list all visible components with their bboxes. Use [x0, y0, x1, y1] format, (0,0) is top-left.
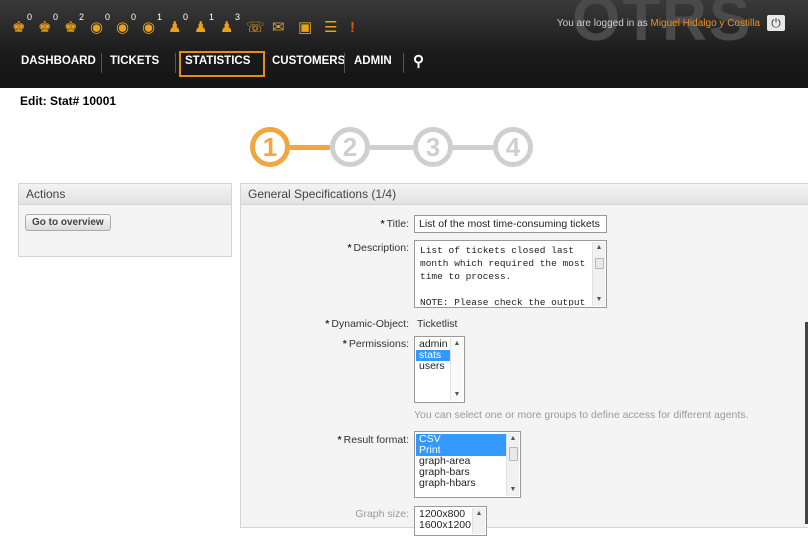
- step-connector: [290, 145, 330, 150]
- new-email-ticket-icon[interactable]: ✉: [270, 12, 296, 40]
- step-2: 2: [330, 127, 370, 167]
- permissions-option-users[interactable]: users: [416, 361, 450, 372]
- result-format-select[interactable]: CSV Print graph-area graph-bars graph-hb…: [414, 431, 521, 498]
- nav-divider: [344, 53, 345, 73]
- new-phone-ticket-icon[interactable]: ☏: [244, 12, 270, 40]
- general-specifications-heading: General Specifications (1/4): [241, 184, 808, 205]
- scroll-down-arrow-icon[interactable]: ▼: [507, 484, 519, 496]
- result-format-label: * Result format:: [337, 434, 409, 446]
- nav-divider: [175, 53, 176, 73]
- responsible-ticket-reached-icon[interactable]: ♟ 3: [218, 12, 244, 40]
- locked-ticket-new-icon[interactable]: ♚ 0: [36, 12, 62, 40]
- scroll-up-arrow-icon[interactable]: ▲: [473, 508, 485, 520]
- header-bar: OTRS ♚ 0 ♚ 0 ♚ 2 ◉ 0 ◉ 0 ◉ 1 ♟ 0 ♟ 1 ♟ 3 ☏ ✉ ▣ ☰ …: [0, 0, 808, 88]
- watched-ticket-reached-icon[interactable]: ◉ 1: [140, 12, 166, 40]
- scroll-down-arrow-icon[interactable]: ▼: [593, 294, 605, 306]
- step-connector: [453, 145, 493, 150]
- locked-ticket-reached-icon[interactable]: ♚ 2: [62, 12, 88, 40]
- description-label: * Description:: [347, 242, 409, 254]
- scroll-up-arrow-icon[interactable]: ▲: [451, 338, 463, 350]
- page-title: Edit: Stat# 10001: [20, 94, 117, 108]
- step-3: 3: [413, 127, 453, 167]
- responsible-ticket-new-icon[interactable]: ♟ 1: [192, 12, 218, 40]
- description-text: List of tickets closed last month which …: [420, 245, 586, 306]
- dynamic-object-value: Ticketlist: [417, 318, 458, 330]
- logout-icon[interactable]: ⏻: [767, 15, 785, 31]
- nav-dashboard[interactable]: DASHBOARD: [17, 51, 99, 77]
- step-connector: [370, 145, 413, 150]
- scroll-thumb[interactable]: [509, 447, 518, 461]
- responsible-ticket-icon[interactable]: ♟ 0: [166, 12, 192, 40]
- ticket-list-icon[interactable]: ☰: [322, 12, 348, 40]
- graph-size-select[interactable]: 1200x800 1600x1200 ▲: [414, 506, 487, 536]
- locked-ticket-icon[interactable]: ♚ 0: [10, 12, 36, 40]
- permissions-scrollbar[interactable]: ▲ ▼: [450, 338, 463, 401]
- permissions-label: * Permissions:: [342, 338, 409, 350]
- description-scrollbar[interactable]: ▲ ▼: [592, 242, 605, 306]
- escalation-icon[interactable]: !: [348, 12, 374, 40]
- go-to-overview-button[interactable]: Go to overview: [25, 214, 111, 231]
- step-4: 4: [493, 127, 533, 167]
- title-label: * Title:: [380, 218, 409, 230]
- scroll-thumb[interactable]: [595, 258, 604, 269]
- graph-size-option[interactable]: 1600x1200: [416, 520, 472, 531]
- graph-size-label: Graph size:: [355, 508, 409, 520]
- general-specifications-panel: General Specifications (1/4): [240, 183, 808, 528]
- search-icon[interactable]: ⚲: [409, 51, 439, 77]
- result-format-scrollbar[interactable]: ▲ ▼: [506, 433, 519, 496]
- step-1: 1: [250, 127, 290, 167]
- new-process-ticket-icon[interactable]: ▣: [296, 12, 322, 40]
- actions-panel: Actions Go to overview: [18, 183, 232, 257]
- permissions-select[interactable]: admin stats users ▲ ▼: [414, 336, 465, 403]
- description-textarea[interactable]: List of tickets closed last month which …: [414, 240, 607, 308]
- dynamic-object-label: * Dynamic-Object:: [325, 318, 409, 330]
- nav-divider: [403, 53, 404, 73]
- result-format-option-graph-hbars[interactable]: graph-hbars: [416, 478, 506, 489]
- scroll-up-arrow-icon[interactable]: ▲: [593, 242, 605, 254]
- logged-in-label: You are logged in as: [556, 18, 648, 29]
- title-input[interactable]: List of the most time-consuming tickets: [414, 215, 607, 233]
- watched-ticket-icon[interactable]: ◉ 0: [88, 12, 114, 40]
- nav-divider: [101, 53, 102, 73]
- nav-customers[interactable]: CUSTOMERS: [268, 51, 346, 77]
- nav-admin[interactable]: ADMIN: [350, 51, 398, 77]
- scroll-down-arrow-icon[interactable]: ▼: [451, 389, 463, 401]
- user-name-link[interactable]: Miguel Hidalgo y Costilla: [651, 18, 761, 29]
- nav-statistics[interactable]: STATISTICS: [179, 51, 265, 77]
- logged-in-info: You are logged in as Miguel Hidalgo y Co…: [557, 18, 760, 29]
- graph-size-scrollbar[interactable]: ▲: [472, 508, 485, 534]
- nav-tickets[interactable]: TICKETS: [106, 51, 166, 77]
- scroll-up-arrow-icon[interactable]: ▲: [507, 433, 519, 445]
- permissions-hint: You can select one or more groups to def…: [414, 409, 749, 421]
- watched-ticket-new-icon[interactable]: ◉ 0: [114, 12, 140, 40]
- actions-heading: Actions: [19, 184, 231, 205]
